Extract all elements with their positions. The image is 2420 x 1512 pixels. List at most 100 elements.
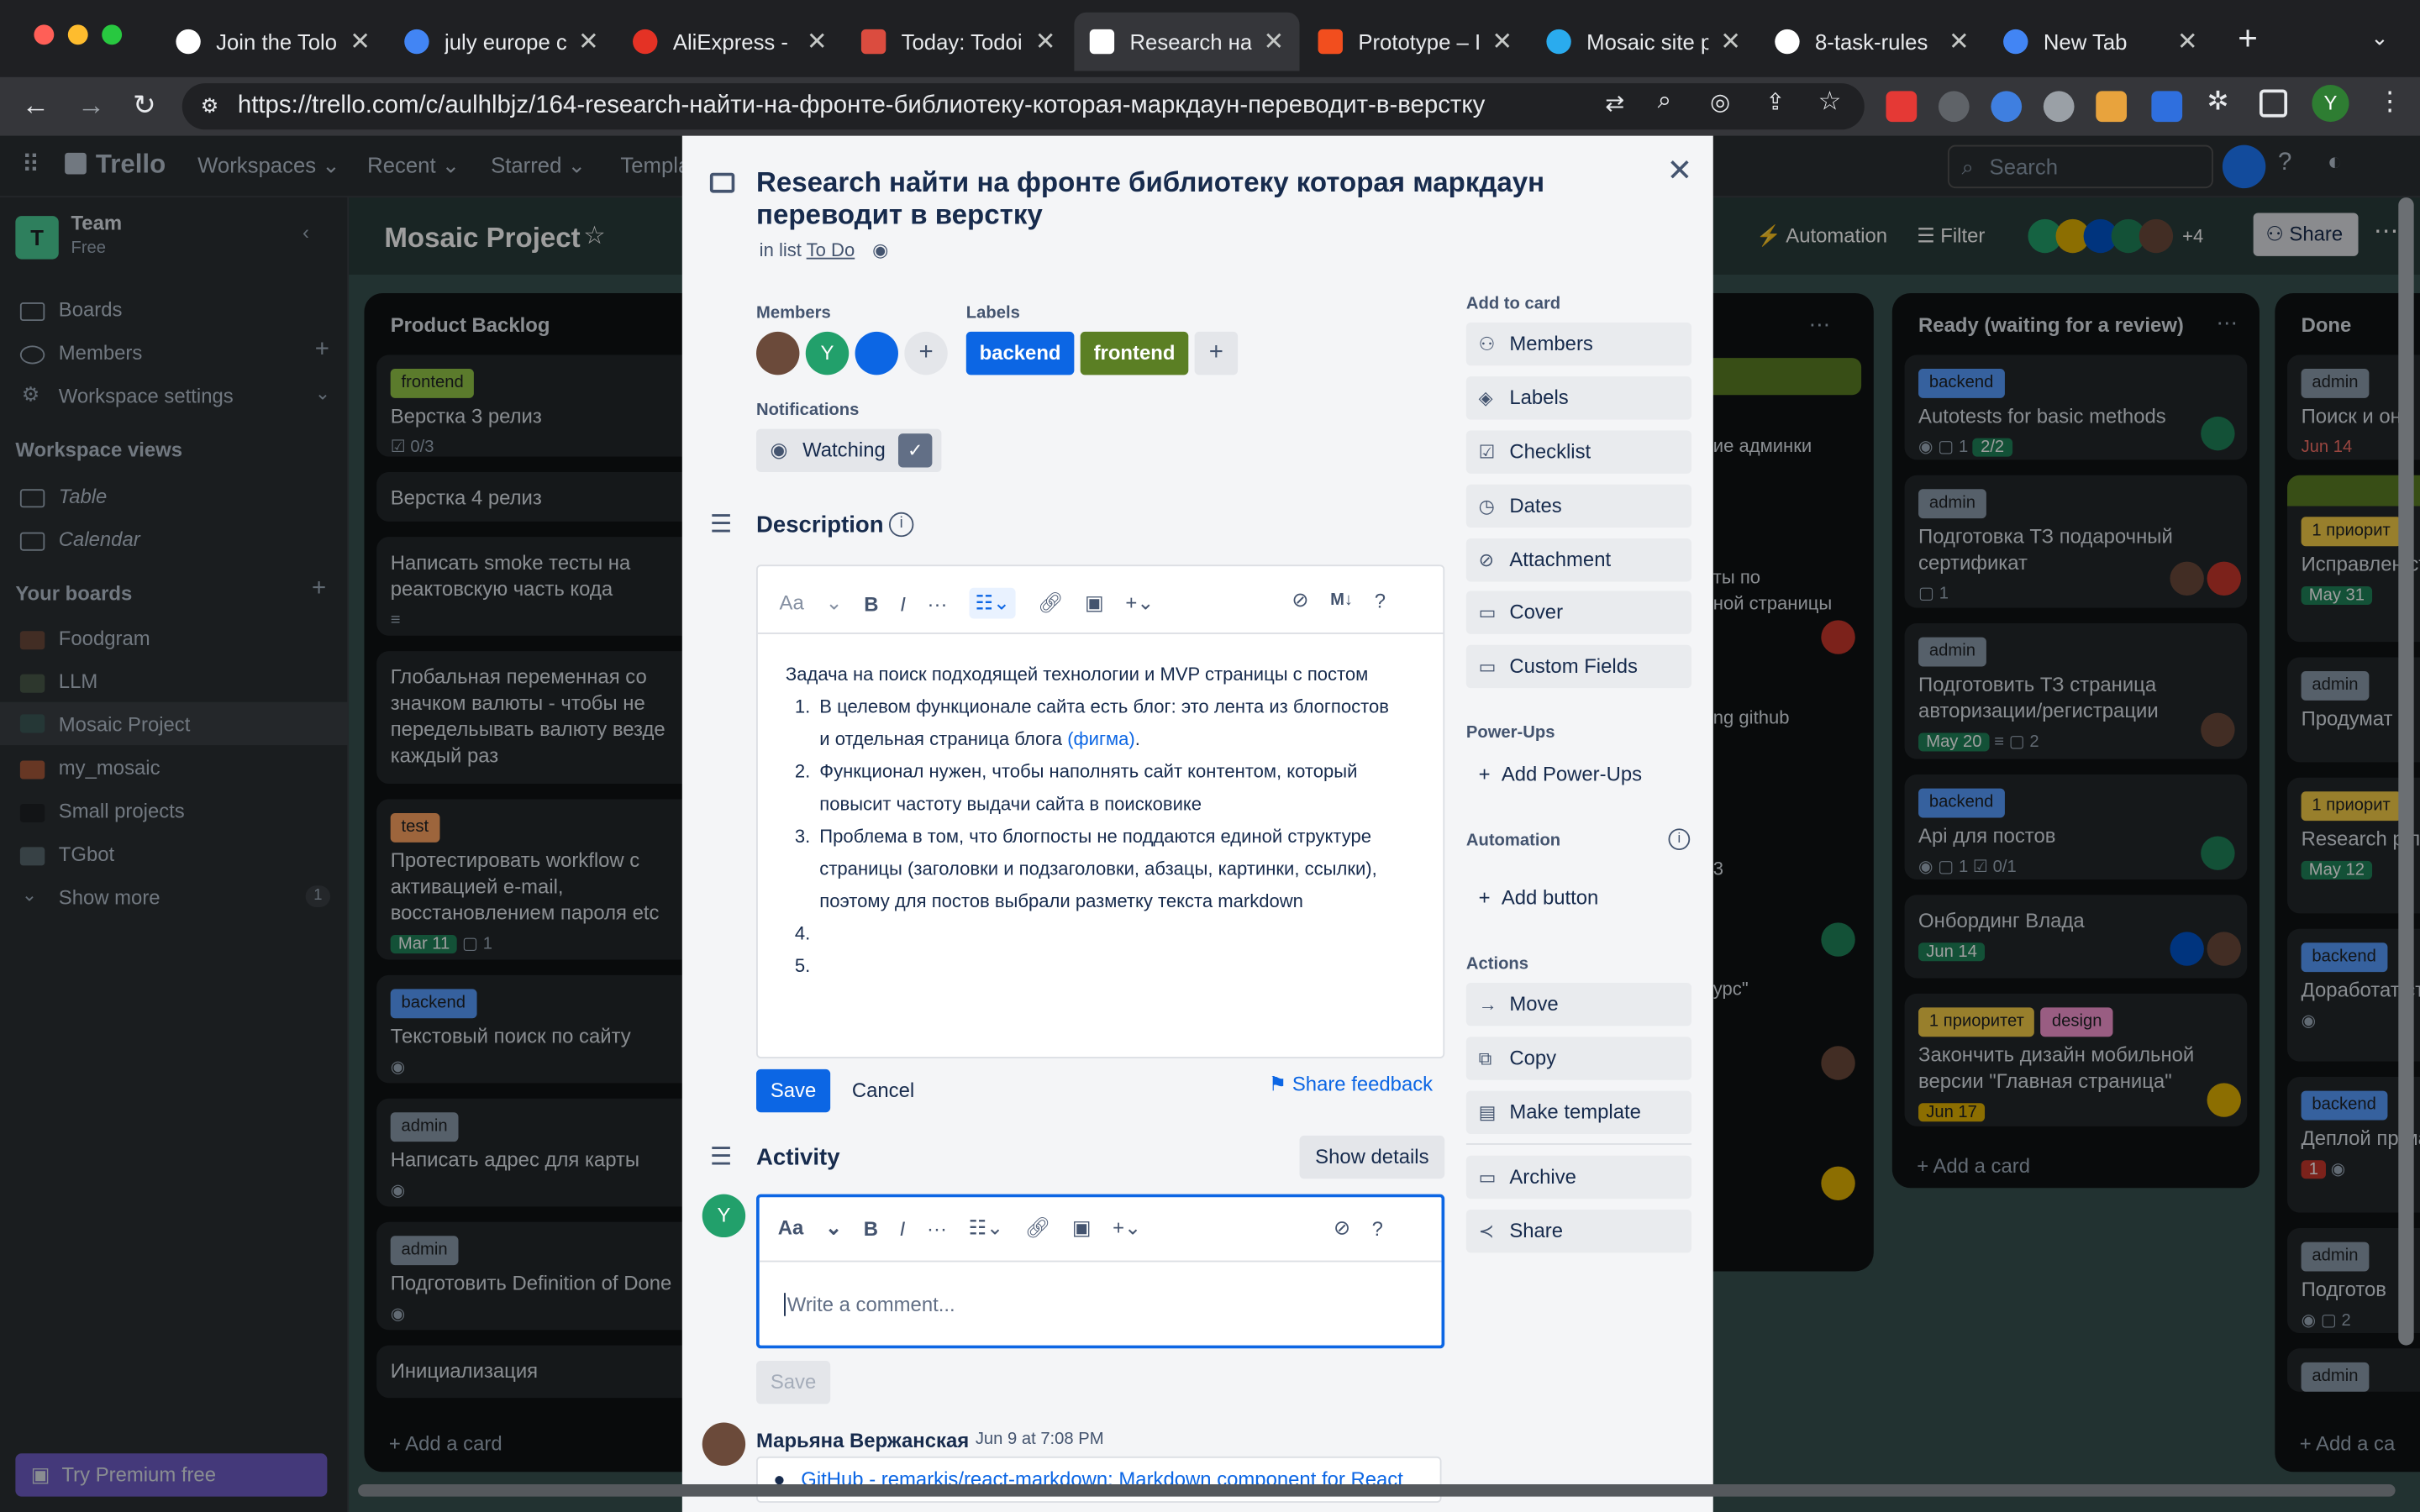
close-window-button[interactable] [34,24,55,45]
custom-fields-button[interactable]: ▭ Custom Fields [1465,644,1692,689]
cancel-button[interactable]: Cancel [852,1079,914,1102]
add-label-icon[interactable]: + [1194,331,1239,375]
close-modal-icon[interactable]: ✕ [1667,151,1693,190]
browser-tab[interactable]: 8-task-rules ✕ [1760,13,1985,71]
add-checklist-button[interactable]: ☑ Checklist [1465,430,1692,474]
extension-icon[interactable] [1991,91,2023,123]
list-link[interactable]: To Do [807,239,855,261]
minimize-window-button[interactable] [67,24,88,45]
image-icon[interactable]: ▣ [1072,1215,1092,1240]
maximize-window-button[interactable] [102,24,123,45]
attachment-icon[interactable]: ⊘ [1292,588,1308,612]
info-icon[interactable]: i [1668,828,1691,851]
label-chip[interactable]: backend [965,331,1075,375]
hide-icon[interactable]: ◎ [1710,88,1730,116]
help-icon[interactable]: ? [1372,1216,1383,1240]
translate-icon[interactable]: ⇄ [1605,90,1624,117]
browser-menu-icon[interactable]: ⋮ [2377,87,2403,118]
extension-icon[interactable] [2151,91,2183,123]
site-info-icon[interactable]: ⚙ [201,83,218,129]
profile-avatar[interactable]: Y [2312,85,2349,123]
insert-plus-icon[interactable]: +⌄ [1125,591,1154,615]
comment-editor[interactable]: Aa ⌄ B I ··· ☷⌄ 🔗︎ ▣ +⌄ ⊘ ? Write a comme… [756,1194,1445,1349]
browser-tab[interactable]: july europe c ✕ [389,13,614,71]
more-formatting-icon[interactable]: ··· [928,591,948,615]
browser-tab[interactable]: Today: Todoi ✕ [846,13,1071,71]
add-automation-button[interactable]: + Add button [1479,885,1599,909]
forward-icon[interactable]: → [77,90,105,123]
bold-icon[interactable]: B [864,1216,878,1240]
close-tab-icon[interactable]: ✕ [1949,26,1970,57]
save-description-button[interactable]: Save [756,1068,831,1113]
member-avatar[interactable] [756,331,800,375]
italic-icon[interactable]: I [900,1216,906,1240]
label-chip[interactable]: frontend [1080,331,1189,375]
show-details-button[interactable]: Show details [1299,1135,1445,1179]
figma-link[interactable]: (фигма) [1067,728,1135,750]
extension-icon[interactable] [1938,91,1970,123]
close-tab-icon[interactable]: ✕ [1720,26,1741,57]
browser-tab[interactable]: Prototype – I ✕ [1302,13,1528,71]
insert-plus-icon[interactable]: +⌄ [1113,1215,1141,1240]
italic-icon[interactable]: I [900,591,906,615]
close-tab-icon[interactable]: ✕ [578,26,599,57]
zoom-icon[interactable]: ⌕ [1658,88,1671,116]
list-dropdown-icon[interactable]: ☷⌄ [969,1215,1003,1240]
browser-tab-active[interactable]: Research на ✕ [1074,12,1300,71]
side-panel-icon[interactable] [2259,89,2288,118]
share-card-button[interactable]: ≺ Share [1465,1210,1692,1253]
member-avatar[interactable]: Y [805,331,850,375]
board-horizontal-scrollbar[interactable] [358,1483,2396,1497]
close-tab-icon[interactable]: ✕ [350,26,371,57]
card-title[interactable]: Research найти на фронте библиотеку кото… [756,166,1651,231]
add-attachment-button[interactable]: ⊘ Attachment [1465,538,1692,582]
add-members-button[interactable]: ⚇ Members [1465,322,1692,366]
archive-button[interactable]: ▭ Archive [1465,1155,1692,1200]
bold-icon[interactable]: B [864,591,878,615]
text-style-dropdown[interactable]: Aa ⌄ [780,591,843,615]
description-editor[interactable]: Aa ⌄ B I ··· ☷⌄ 🔗︎ ▣ +⌄ ⊘ M↓ ? Задача на … [756,564,1445,1059]
watching-button[interactable]: ◉ Watching ✓ [756,428,942,473]
close-tab-icon[interactable]: ✕ [1491,26,1512,57]
help-icon[interactable]: ? [1375,589,1386,612]
extension-icon[interactable] [2043,91,2075,123]
extension-icon[interactable] [1886,91,1918,123]
add-cover-button[interactable]: ▭ Cover [1465,591,1692,634]
comment-input[interactable]: Write a comment... [784,1293,955,1316]
extension-icon[interactable] [2096,91,2128,123]
close-tab-icon[interactable]: ✕ [1264,26,1285,57]
close-tab-icon[interactable]: ✕ [807,26,828,57]
reload-icon[interactable]: ↻ [133,90,156,123]
list-dropdown-icon[interactable]: ☷⌄ [969,587,1017,619]
close-tab-icon[interactable]: ✕ [1035,26,1056,57]
browser-tab[interactable]: Join the Tolo ✕ [160,13,386,71]
browser-tab[interactable]: New Tab ✕ [1988,13,2213,71]
browser-tab[interactable]: Mosaic site p ✕ [1531,13,1756,71]
move-button[interactable]: → Move [1465,983,1692,1026]
add-member-icon[interactable]: + [904,331,948,375]
save-comment-button[interactable]: Save [756,1361,831,1404]
close-tab-icon[interactable]: ✕ [2177,26,2198,57]
link-icon[interactable]: 🔗︎ [1038,591,1063,615]
share-feedback-link[interactable]: ⚑ Share feedback [1269,1073,1433,1097]
comment-timestamp[interactable]: Jun 9 at 7:08 PM [976,1431,1104,1449]
bookmark-star-icon[interactable]: ☆ [1818,87,1842,118]
add-powerups-button[interactable]: + Add Power-Ups [1479,762,1642,785]
back-icon[interactable]: ← [22,90,50,123]
info-icon[interactable]: i [888,512,914,538]
page-scrollbar[interactable] [2398,197,2414,1346]
more-formatting-icon[interactable]: ··· [927,1216,947,1240]
image-icon[interactable]: ▣ [1085,591,1104,615]
markdown-icon[interactable]: M↓ [1330,591,1353,609]
text-style-dropdown[interactable]: Aa ⌄ [778,1215,842,1240]
browser-tab[interactable]: AliExpress - ✕ [618,13,843,71]
make-template-button[interactable]: ▤ Make template [1465,1090,1692,1135]
add-labels-button[interactable]: ◈ Labels [1465,376,1692,420]
member-avatar[interactable] [855,331,898,375]
add-dates-button[interactable]: ◷ Dates [1465,484,1692,528]
new-tab-icon[interactable]: + [2238,18,2258,59]
attachment-icon[interactable]: ⊘ [1334,1215,1350,1240]
share-page-icon[interactable]: ⇪ [1765,88,1785,116]
tab-search-icon[interactable]: ⌄ [2370,24,2389,50]
link-icon[interactable]: 🔗︎ [1025,1215,1050,1240]
